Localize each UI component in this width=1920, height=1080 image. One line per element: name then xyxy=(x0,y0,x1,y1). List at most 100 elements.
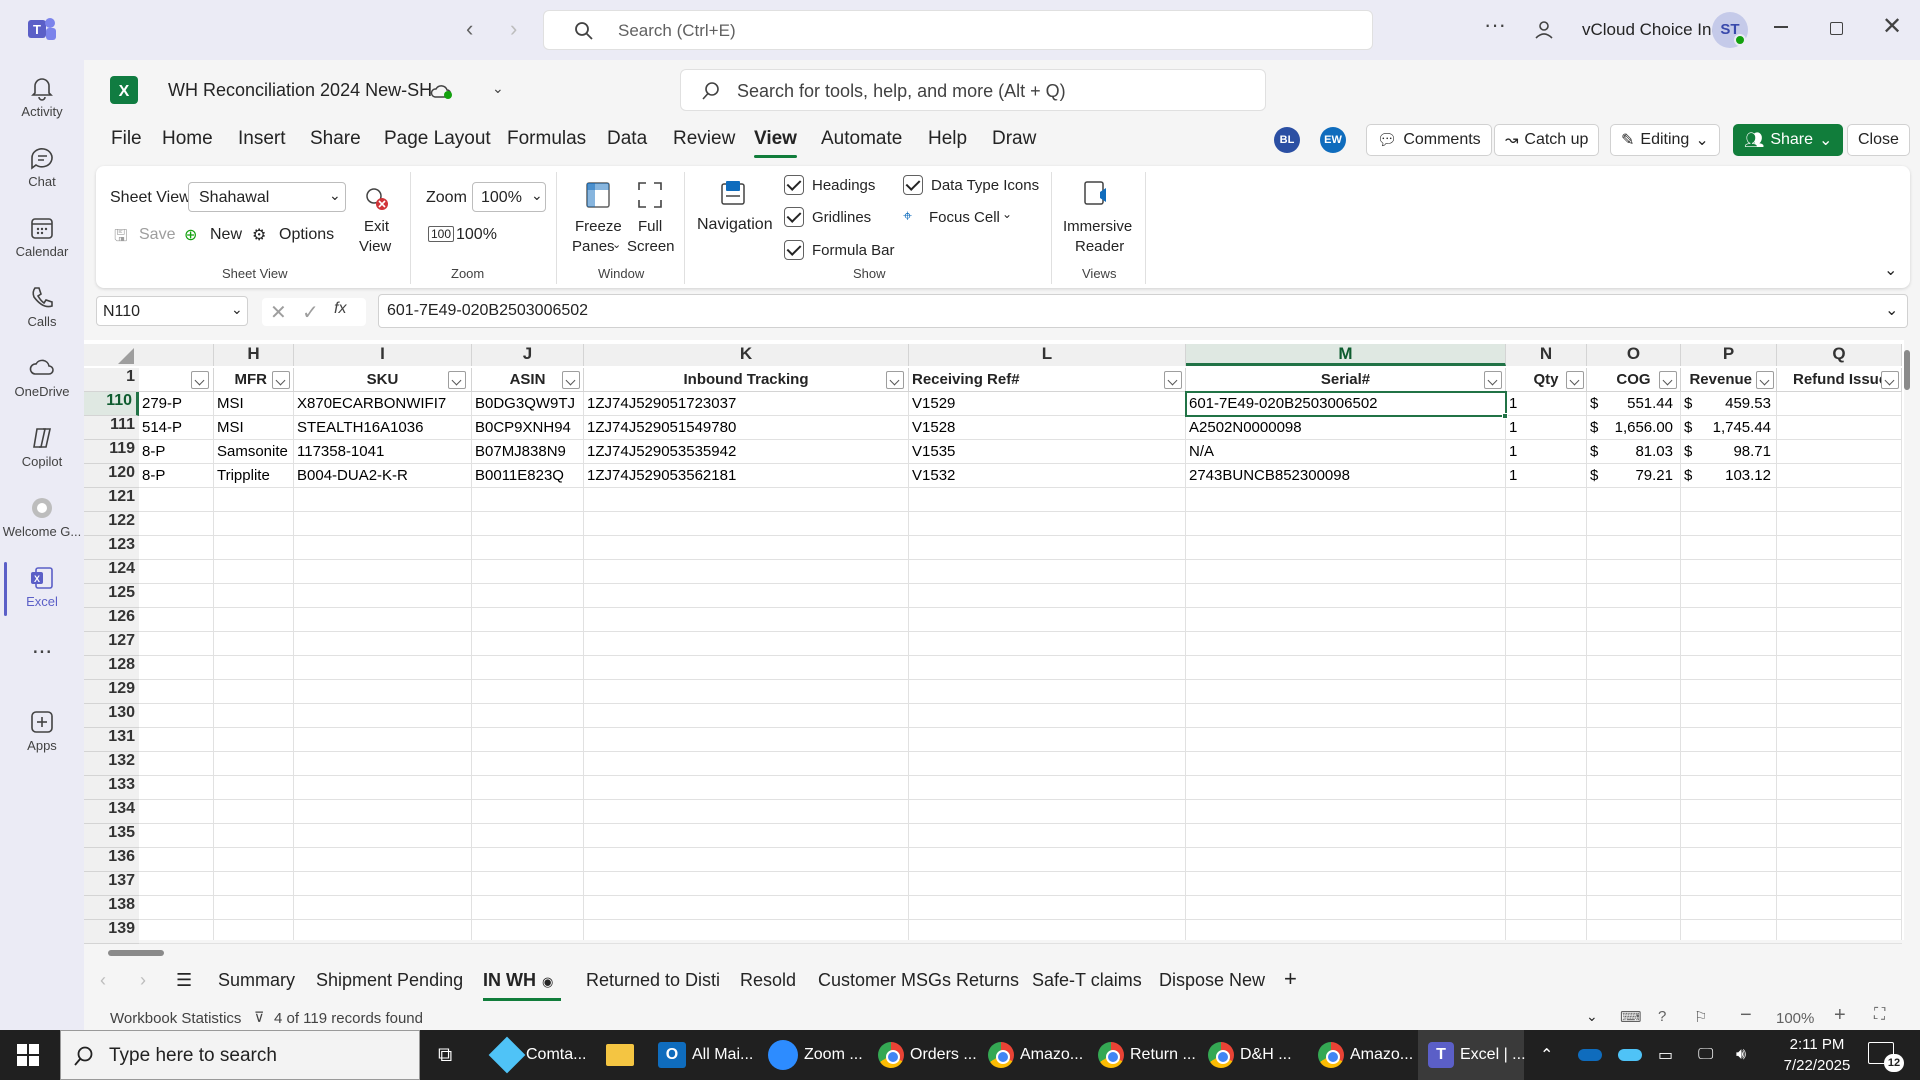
formula-bar-checkbox[interactable] xyxy=(784,240,804,260)
cell-o[interactable]: 79.21 xyxy=(1607,464,1677,488)
row-header[interactable]: 126 xyxy=(84,608,139,632)
cell-o-currency[interactable]: $ xyxy=(1587,464,1607,488)
filter-dropdown-icon[interactable] xyxy=(1881,371,1899,389)
filter-dropdown-icon[interactable] xyxy=(191,371,209,389)
battery-icon[interactable]: ▭ xyxy=(1658,1030,1673,1080)
share-button[interactable]: 👥︎ Share ⌄ xyxy=(1733,124,1844,156)
header-cell-sku[interactable]: SKU xyxy=(294,368,472,392)
taskbar-app-amazon-2[interactable]: Amazo... xyxy=(1318,1030,1413,1080)
rail-item-onedrive[interactable]: OneDrive xyxy=(0,346,84,412)
cell-p[interactable]: 1,745.44 xyxy=(1701,416,1775,440)
sheet-tab-dispose-new[interactable]: Dispose New xyxy=(1159,970,1265,991)
header-cell-revenue[interactable]: Revenue xyxy=(1681,368,1777,392)
cell-p-currency[interactable]: $ xyxy=(1681,440,1701,464)
horizontal-scrollbar[interactable] xyxy=(92,948,1894,958)
freeze-panes-icon[interactable] xyxy=(584,180,612,213)
collaborator-avatar-ew[interactable]: EW xyxy=(1320,127,1346,153)
taskbar-app-dh[interactable]: D&H ... xyxy=(1208,1030,1292,1080)
freeze-panes-label-2[interactable]: Panes xyxy=(572,238,615,255)
taskbar-app-amazon-1[interactable]: Amazo... xyxy=(988,1030,1083,1080)
header-cell-qty[interactable]: Qty xyxy=(1506,368,1587,392)
cell-j[interactable]: B0DG3QW9TJ xyxy=(472,392,584,416)
cell-h[interactable]: Tripplite xyxy=(214,464,294,488)
col-header-l[interactable]: L xyxy=(909,344,1186,366)
expand-formula-icon[interactable]: ⌄ xyxy=(1885,300,1898,320)
keyboard-icon[interactable]: ⌨ xyxy=(1620,1008,1642,1026)
focus-cell-button[interactable]: Focus Cell xyxy=(929,209,1000,226)
cell-i[interactable]: X870ECARBONWIFI7 xyxy=(294,392,472,416)
row-header[interactable]: 121 xyxy=(84,488,139,512)
filter-dropdown-icon[interactable] xyxy=(562,371,580,389)
gridlines-checkbox[interactable] xyxy=(784,207,804,227)
onedrive-tray-icon-2[interactable] xyxy=(1618,1030,1642,1080)
new-view-button[interactable]: New xyxy=(210,226,242,244)
rail-item-chat[interactable]: Chat xyxy=(0,136,84,202)
restore-icon[interactable] xyxy=(1830,22,1843,35)
sheet-tab-customer-msgs-returns[interactable]: Customer MSGs Returns xyxy=(818,970,1019,991)
cell-k[interactable]: 1ZJ74J529051549780 xyxy=(584,416,909,440)
rail-item-calendar[interactable]: Calendar xyxy=(0,206,84,272)
sheet-tab-resold[interactable]: Resold xyxy=(740,970,796,991)
zoom-select[interactable]: 100% ⌄ xyxy=(472,182,546,212)
cell-k[interactable]: 1ZJ74J529051723037 xyxy=(584,392,909,416)
cell-g[interactable]: 279-P xyxy=(139,392,214,416)
sheet-tab-summary[interactable]: Summary xyxy=(218,970,295,991)
filter-dropdown-icon[interactable] xyxy=(886,371,904,389)
filter-dropdown-icon[interactable] xyxy=(272,371,290,389)
zoom-out-icon[interactable]: − xyxy=(1740,1004,1752,1027)
cell-n[interactable]: 1 xyxy=(1506,440,1587,464)
start-button[interactable] xyxy=(16,1030,40,1080)
col-header-j[interactable]: J xyxy=(472,344,584,366)
horizontal-scroll-thumb[interactable] xyxy=(108,950,164,956)
cell-i[interactable]: B004-DUA2-K-R xyxy=(294,464,472,488)
immersive-reader-label[interactable]: Immersive xyxy=(1063,218,1132,235)
cell-j[interactable]: B0CP9XNH94 xyxy=(472,416,584,440)
row-header[interactable]: 120 xyxy=(84,464,139,488)
full-screen-icon[interactable] xyxy=(636,180,664,210)
cell-h[interactable]: MSI xyxy=(214,392,294,416)
network-icon[interactable]: 🖵︎ xyxy=(1698,1030,1713,1080)
cell-l[interactable]: V1528 xyxy=(909,416,1186,440)
navigation-icon[interactable] xyxy=(718,178,748,208)
row-header[interactable]: 111 xyxy=(84,416,139,440)
collaborator-avatar-bl[interactable]: BL xyxy=(1274,127,1300,153)
taskbar-search-input[interactable]: Type here to search xyxy=(60,1030,420,1080)
cell-n[interactable]: 1 xyxy=(1506,392,1587,416)
sheet-tab-safe-t-claims[interactable]: Safe-T claims xyxy=(1032,970,1142,991)
back-arrow-icon[interactable]: ‹ xyxy=(466,16,473,42)
full-screen-label-2[interactable]: Screen xyxy=(627,238,675,255)
add-sheet-icon[interactable]: + xyxy=(1284,966,1297,992)
cell-q[interactable] xyxy=(1777,464,1902,488)
tab-draw[interactable]: Draw xyxy=(992,128,1036,150)
filter-dropdown-icon[interactable] xyxy=(1566,371,1584,389)
row-header[interactable]: 122 xyxy=(84,512,139,536)
cell-q[interactable] xyxy=(1777,392,1902,416)
row-header[interactable]: 119 xyxy=(84,440,139,464)
cell-p[interactable]: 459.53 xyxy=(1701,392,1775,416)
title-dropdown-icon[interactable]: ⌄ xyxy=(492,80,504,97)
freeze-panes-label[interactable]: Freeze xyxy=(575,218,622,235)
row-header[interactable]: 123 xyxy=(84,536,139,560)
tab-automate[interactable]: Automate xyxy=(821,128,902,150)
full-screen-label[interactable]: Full xyxy=(638,218,662,235)
header-cell-inbound-tracking[interactable]: Inbound Tracking xyxy=(584,368,909,392)
ribbon-collapse-icon[interactable]: ⌄ xyxy=(1884,260,1897,280)
row-header[interactable]: 131 xyxy=(84,728,139,752)
sheet-tab-returned-to-disti[interactable]: Returned to Disti xyxy=(586,970,720,991)
header-cell-asin[interactable]: ASIN xyxy=(472,368,584,392)
header-cell-mfr[interactable]: MFR xyxy=(214,368,294,392)
filter-dropdown-icon[interactable] xyxy=(1484,371,1502,389)
exit-view-icon[interactable] xyxy=(362,184,390,212)
rail-item-calls[interactable]: Calls xyxy=(0,276,84,342)
cell-p-currency[interactable]: $ xyxy=(1681,416,1701,440)
teams-search-input[interactable]: Search (Ctrl+E) xyxy=(543,10,1373,50)
cancel-formula-icon[interactable]: ✕ xyxy=(270,300,287,325)
cell-n[interactable]: 1 xyxy=(1506,464,1587,488)
fill-handle[interactable] xyxy=(1502,413,1508,419)
tab-insert[interactable]: Insert xyxy=(238,128,286,150)
rail-item-activity[interactable]: Activity xyxy=(0,66,84,132)
minimize-icon[interactable] xyxy=(1774,26,1788,28)
row-header[interactable]: 137 xyxy=(84,872,139,896)
taskbar-app-outlook[interactable]: O All Mai... xyxy=(658,1030,753,1080)
show-hidden-icons[interactable]: ⌃ xyxy=(1540,1030,1553,1080)
